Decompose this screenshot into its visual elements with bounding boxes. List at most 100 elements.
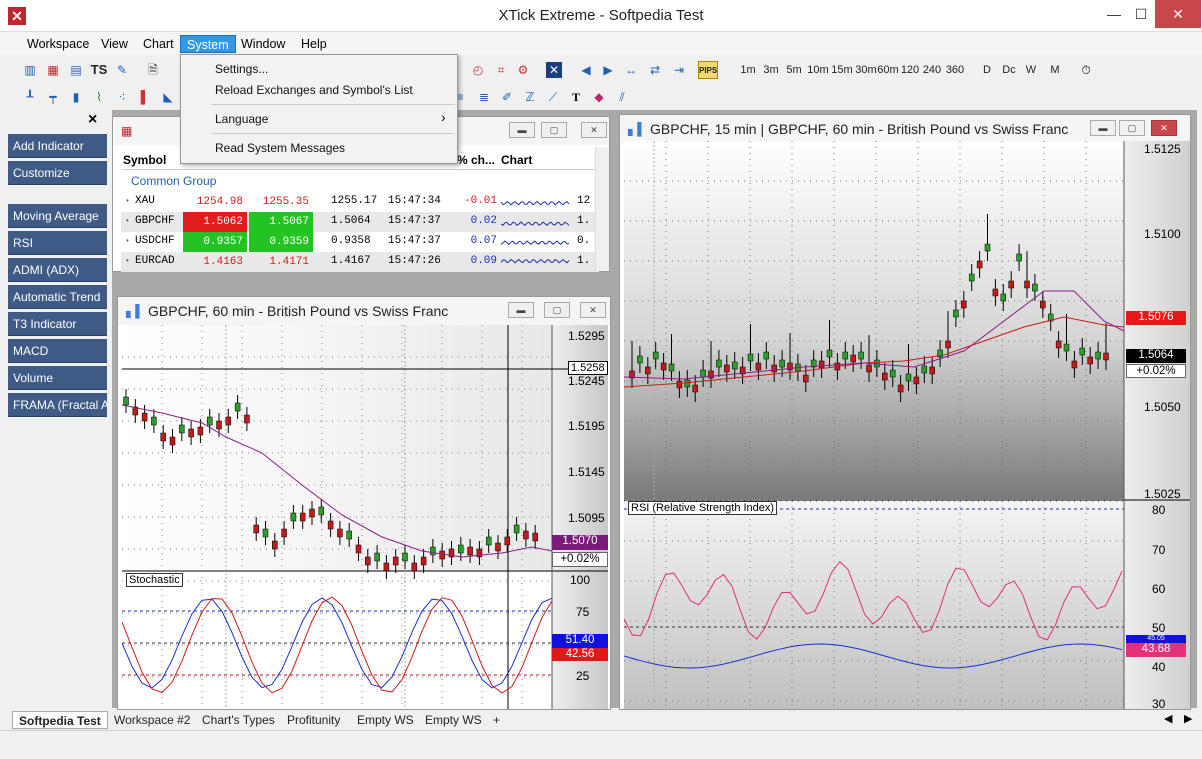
text-tool-icon[interactable]: T [568,89,584,105]
tf-360[interactable]: 360 [945,61,965,79]
header-symbol[interactable]: Symbol [123,153,166,167]
hatch-icon[interactable]: ⫽ [614,89,630,105]
header-chart[interactable]: Chart [501,153,532,167]
menu-view[interactable]: View [95,35,134,53]
indicator-t3[interactable]: T3 Indicator [8,312,107,336]
arrow-right-icon[interactable]: ▶ [600,62,616,78]
period-d[interactable]: D [980,61,994,79]
period-w[interactable]: W [1024,61,1038,79]
grid-icon[interactable]: ▤ [68,62,84,78]
indicator-frama[interactable]: FRAMA (Fractal A [8,393,107,417]
shapes-icon[interactable]: ◆ [591,89,607,105]
time-cell: 15:47:37 [388,235,441,247]
arrow-left-icon[interactable]: ◀ [578,62,594,78]
tab-scroll-right-icon[interactable]: ▶ [1184,712,1192,725]
settings-icon[interactable]: ⚙ [515,62,531,78]
tool-icon[interactable]: ✎ [114,62,130,78]
close-icon[interactable]: ✕ [1155,0,1201,28]
header-change[interactable]: % ch... [457,153,495,167]
volume-chart-icon[interactable]: ▌ [137,89,153,105]
quotes-scrollbar[interactable] [595,147,609,271]
add-indicator-button[interactable]: Add Indicator [8,134,107,158]
bar-chart-icon[interactable]: ▥ [22,62,38,78]
period-dc[interactable]: Dc [1000,61,1018,79]
ts-button[interactable]: TS [89,61,109,79]
quotes-maximize-icon[interactable]: ▢ [541,122,567,138]
chart-right-maximize-icon[interactable]: ▢ [1119,120,1145,136]
quote-row[interactable]: • USDCHF 0.9357 0.9359 0.9358 15:47:37 0.07 0. [121,232,599,252]
quote-row[interactable]: • EURCAD 1.4163 1.4171 1.4167 15:47:26 0.09 1. [121,252,599,272]
period-m[interactable]: M [1048,61,1062,79]
fib-fan-icon[interactable]: ≣ [476,89,492,105]
bar-type-icon[interactable]: ▮ [68,89,84,105]
tf-10m[interactable]: 10m [807,61,829,79]
quote-row[interactable]: • GBPCHF 1.5062 1.5067 1.5064 15:47:37 0.02 1. [121,212,599,232]
symbol-cell: USDCHF [135,235,175,247]
menu-language[interactable]: Language [215,112,268,126]
quotes-minimize-icon[interactable]: ▬ [509,122,535,138]
chart-left-minimize-icon[interactable]: ▬ [508,302,534,318]
minimize-icon[interactable]: — [1100,0,1128,28]
tf-15m[interactable]: 15m [831,61,853,79]
tab-charts-types[interactable]: Chart's Types [196,711,281,729]
tf-1m[interactable]: 1m [738,61,758,79]
area-chart-icon[interactable]: ◣ [160,89,176,105]
chart-right-minimize-icon[interactable]: ▬ [1090,120,1116,136]
tf-3m[interactable]: 3m [761,61,781,79]
indicator-moving-average[interactable]: Moving Average [8,204,107,228]
chart-left-close-icon[interactable]: ✕ [580,302,606,318]
tf-120[interactable]: 120 [900,61,920,79]
ray-icon[interactable]: ⟋ [545,89,561,105]
document-icon[interactable]: 🗎 [145,62,161,78]
menu-window[interactable]: Window [235,35,291,53]
dots-chart-icon[interactable]: ⁖ [114,89,130,105]
tf-240[interactable]: 240 [922,61,942,79]
panel-close-icon[interactable]: × [88,111,97,129]
pencil-icon[interactable]: ✐ [499,89,515,105]
menu-read-messages[interactable]: Read System Messages [215,141,345,155]
crop-icon[interactable]: ⌗ [493,62,509,78]
ohlc-chart-icon[interactable]: ┯ [45,89,61,105]
indicator-rsi[interactable]: RSI [8,231,107,255]
indicator-macd[interactable]: MACD [8,339,107,363]
tab-softpedia-test[interactable]: Softpedia Test [12,711,108,729]
symbol-cell: XAU [135,195,155,207]
close-chart-icon[interactable]: ✕ [546,62,562,78]
line-chart-icon[interactable]: ⌇ [91,89,107,105]
tab-profitunity[interactable]: Profitunity [281,711,346,729]
indicator-automatic-trend[interactable]: Automatic Trend [8,285,107,309]
tf-5m[interactable]: 5m [784,61,804,79]
candle-chart-icon[interactable]: ┸ [22,89,38,105]
menu-workspace[interactable]: Workspace [21,35,95,53]
tab-workspace-2[interactable]: Workspace #2 [108,711,196,729]
quote-row[interactable]: • XAU 1254.98 1255.35 1255.17 15:47:34 -0.01 12 [121,192,599,212]
fast-forward-icon[interactable]: ⇄ [647,62,663,78]
maximize-icon[interactable]: ☐ [1128,0,1154,28]
pips-button[interactable]: PIPS [698,61,718,79]
menu-settings[interactable]: Settings... [215,62,268,76]
clock-icon[interactable]: ◴ [470,62,486,78]
table-icon[interactable]: ▦ [45,62,61,78]
menu-reload-exchanges[interactable]: Reload Exchanges and Symbol's List [215,83,413,97]
tf-60m[interactable]: 60m [877,61,899,79]
go-icon[interactable]: ⇥ [671,62,687,78]
menu-help[interactable]: Help [295,35,333,53]
channel-icon[interactable]: ℤ [522,89,538,105]
tab-empty-ws-2[interactable]: Empty WS [419,711,488,729]
indicator-admi[interactable]: ADMI (ADX) [8,258,107,282]
tf-30m[interactable]: 30m [855,61,877,79]
expand-icon[interactable]: ↔ [623,62,639,78]
alarm-clock-icon[interactable]: ⏱ [1078,62,1094,78]
menu-system[interactable]: System [180,35,236,53]
tab-scroll-left-icon[interactable]: ◀ [1164,712,1172,725]
indicator-volume[interactable]: Volume [8,366,107,390]
tab-empty-ws[interactable]: Empty WS [351,711,420,729]
chart-right-canvas[interactable] [624,141,1190,709]
customize-button[interactable]: Customize [8,161,107,185]
chart-left-canvas[interactable] [122,325,608,709]
chart-right-close-icon[interactable]: ✕ [1151,120,1177,136]
chart-left-maximize-icon[interactable]: ▢ [544,302,570,318]
quotes-close-icon[interactable]: ✕ [581,122,607,138]
menu-chart[interactable]: Chart [137,35,180,53]
tab-add[interactable]: + [487,711,506,729]
